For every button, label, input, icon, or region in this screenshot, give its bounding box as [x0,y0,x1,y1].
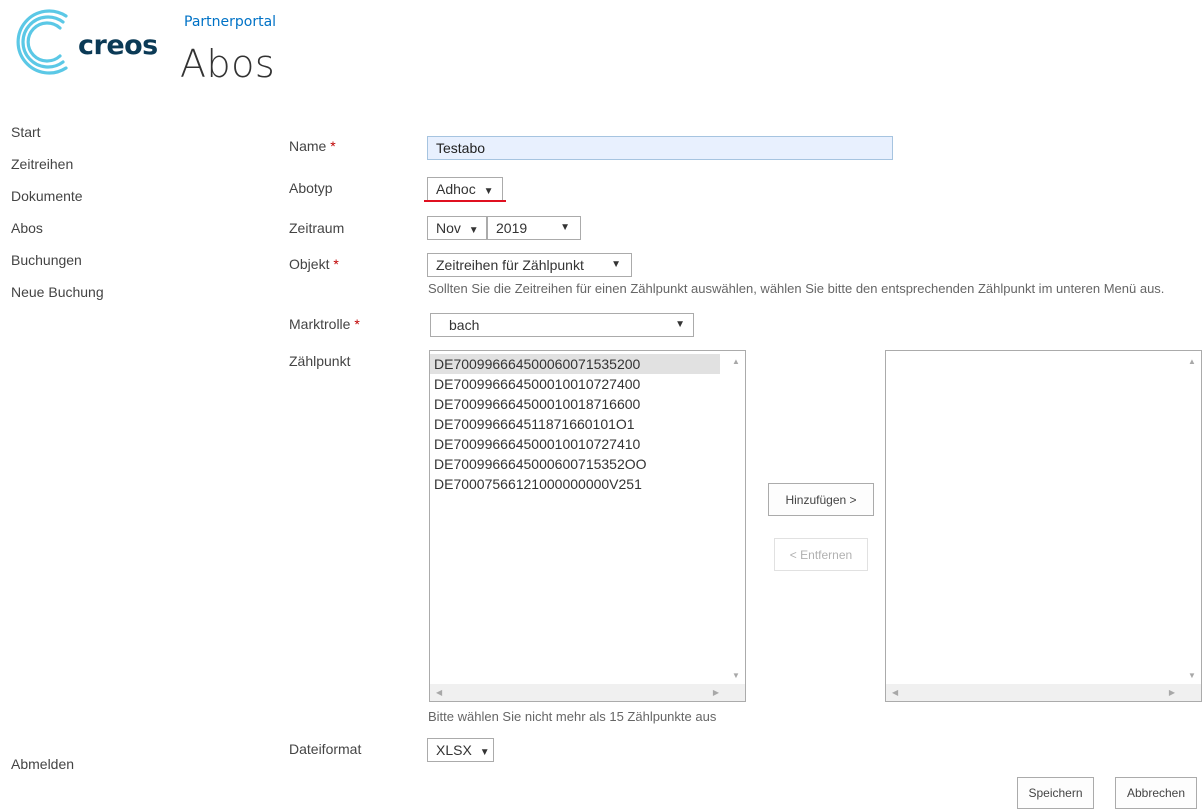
chevron-down-icon: ▼ [560,222,570,233]
abotyp-select[interactable]: Adhoc ▼ [427,177,503,201]
objekt-label-text: Objekt [289,256,330,272]
zaehlpunkt-available-list[interactable]: DE700996664500060071535200 DE70099666450… [429,350,746,702]
scroll-up-icon[interactable]: ▲ [1188,357,1196,366]
required-marker: * [354,316,360,332]
cancel-button[interactable]: Abbrechen [1115,777,1197,809]
zeitraum-month-select[interactable]: Nov ▼ [427,216,487,240]
list-item[interactable]: DE700996664500060071535200 [430,354,720,374]
marktrolle-select[interactable]: bach ▼ [430,313,694,337]
logout-link[interactable]: Abmelden [11,756,74,772]
nav-item-dokumente[interactable]: Dokumente [11,186,104,218]
list-item[interactable]: DE700996664500010010727410 [430,434,745,454]
zeitraum-month-value: Nov [436,220,461,236]
nav-item-neue-buchung[interactable]: Neue Buchung [11,282,104,314]
page-title: Abos [180,42,276,86]
save-button[interactable]: Speichern [1017,777,1094,809]
zaehlpunkt-help-text: Bitte wählen Sie nicht mehr als 15 Zählp… [428,709,717,724]
chevron-down-icon: ▼ [479,747,490,758]
abotyp-value: Adhoc [436,181,476,197]
name-input[interactable] [427,136,893,160]
creos-logo: creos [10,6,170,78]
nav-item-start[interactable]: Start [11,122,104,154]
name-label-text: Name [289,138,327,154]
marktrolle-label-text: Marktrolle [289,316,351,332]
scroll-up-icon[interactable]: ▲ [732,357,740,366]
highlight-underline [424,200,506,202]
remove-button[interactable]: < Entfernen [774,538,868,571]
list-item[interactable]: DE700996664511871660101O1 [430,414,745,434]
horizontal-scrollbar[interactable]: ◀ ▶ [886,684,1201,701]
scroll-down-icon[interactable]: ▼ [1188,671,1196,680]
scroll-right-icon[interactable]: ▶ [1169,688,1175,697]
dateiformat-label: Dateiformat [289,741,362,757]
objekt-select[interactable]: Zeitreihen für Zählpunkt ▼ [427,253,632,277]
scroll-left-icon[interactable]: ◀ [892,688,898,697]
zaehlpunkt-selected-list[interactable]: ▲ ▼ ◀ ▶ [885,350,1202,702]
required-marker: * [330,138,336,154]
horizontal-scrollbar[interactable]: ◀ ▶ [430,684,745,701]
zeitraum-label: Zeitraum [289,220,345,236]
list-item[interactable]: DE700996664500010018716600 [430,394,745,414]
dateiformat-value: XLSX [436,742,472,758]
dateiformat-select[interactable]: XLSX ▼ [427,738,494,762]
name-label: Name * [289,138,336,154]
marktrolle-value: bach [449,317,480,333]
chevron-down-icon: ▼ [675,319,685,330]
objekt-label: Objekt * [289,256,339,272]
nav-item-abos[interactable]: Abos [11,218,104,250]
zaehlpunkt-label: Zählpunkt [289,353,351,369]
list-item[interactable]: DE70007566121000000000V251 [430,474,745,494]
required-marker: * [333,256,339,272]
list-item[interactable]: DE700996664500010010727400 [430,374,745,394]
objekt-value: Zeitreihen für Zählpunkt [436,257,584,273]
marktrolle-label: Marktrolle * [289,316,360,332]
zeitraum-year-select[interactable]: 2019 ▼ [487,216,581,240]
objekt-help-text: Sollten Sie die Zeitreihen für einen Zäh… [428,281,1165,296]
abotyp-label: Abotyp [289,180,333,196]
scroll-left-icon[interactable]: ◀ [436,688,442,697]
chevron-down-icon: ▼ [611,259,621,270]
vertical-scrollbar[interactable]: ▲ ▼ [728,351,745,684]
site-name[interactable]: Partnerportal [184,14,276,30]
add-button[interactable]: Hinzufügen > [768,483,874,516]
zeitraum-year-value: 2019 [496,220,528,236]
scroll-down-icon[interactable]: ▼ [732,671,740,680]
scroll-right-icon[interactable]: ▶ [713,688,719,697]
nav-item-zeitreihen[interactable]: Zeitreihen [11,154,104,186]
list-item[interactable]: DE7009966645000600715352OO [430,454,745,474]
chevron-down-icon: ▼ [468,225,479,236]
creos-logo-icon [16,9,68,75]
logo-wordmark: creos [78,30,158,61]
left-navigation: Start Zeitreihen Dokumente Abos Buchunge… [11,122,104,314]
nav-item-buchungen[interactable]: Buchungen [11,250,104,282]
vertical-scrollbar[interactable]: ▲ ▼ [1184,351,1201,684]
